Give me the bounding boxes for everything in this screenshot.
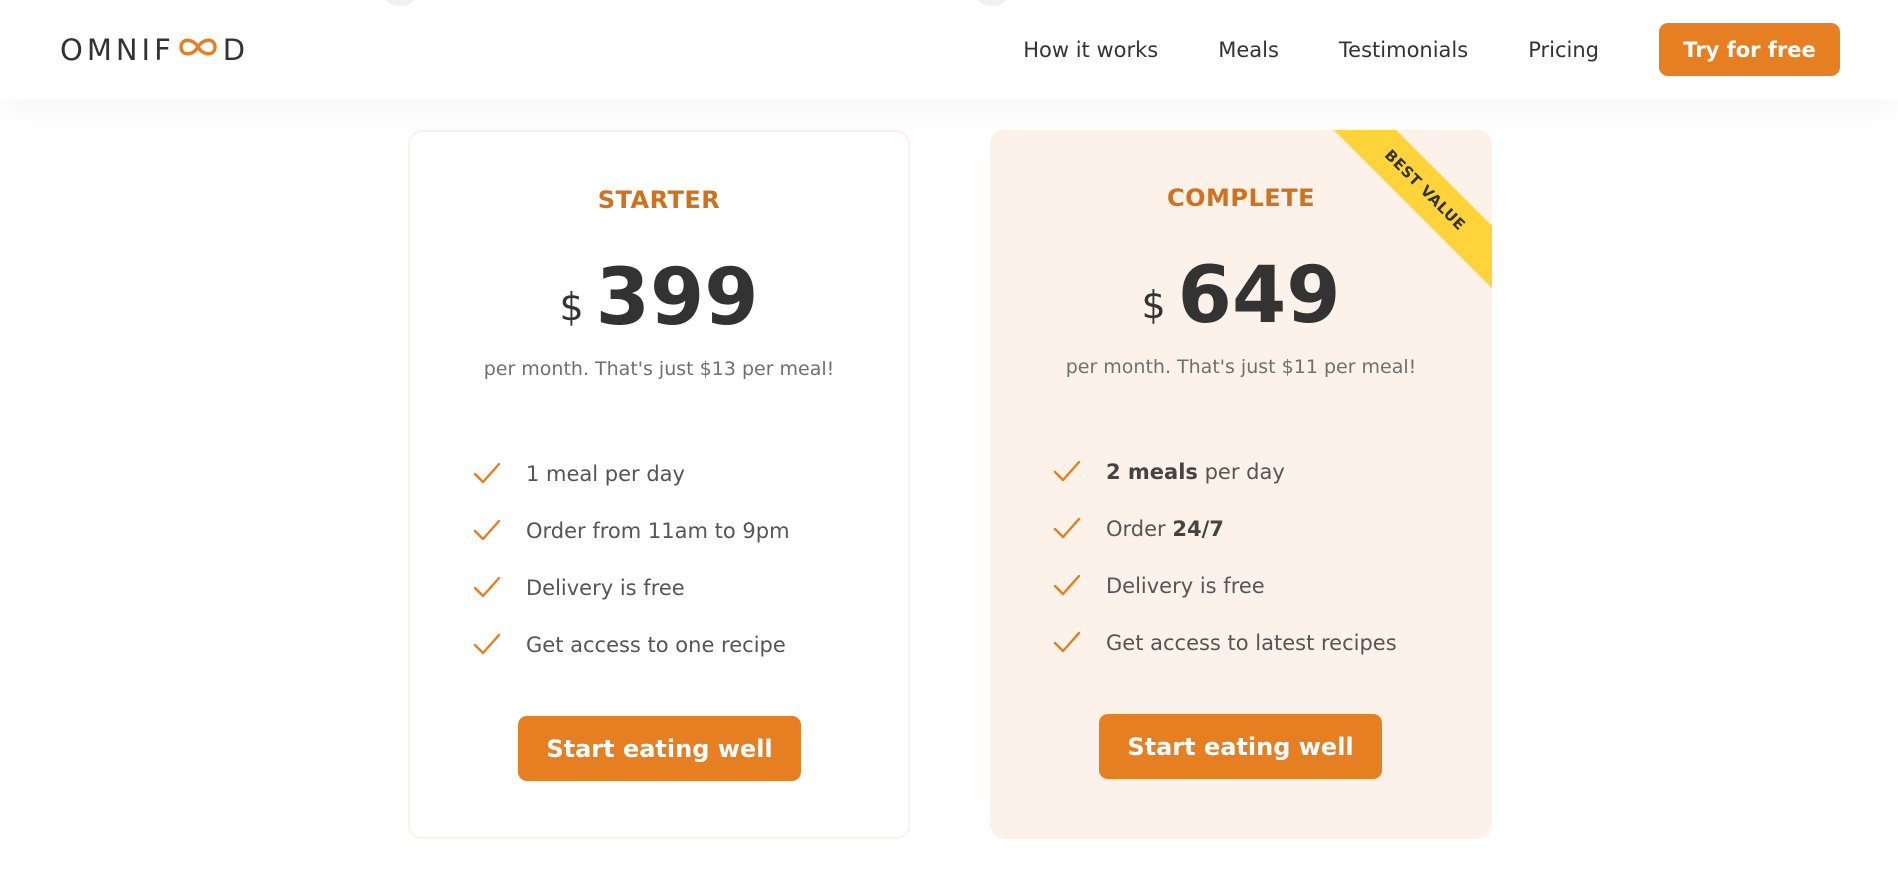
price-amount: 399 [595,253,759,343]
feature-text-rest: per day [1197,459,1285,484]
checkmark-icon [1053,517,1081,538]
feature-highlight: 2 meals [1106,459,1198,484]
plan-price: $ 399 [410,247,908,337]
decorative-dot [978,0,1006,6]
feature-item: Get access to latest recipes [1052,614,1397,671]
plan-name: STARTER [597,186,721,214]
feature-item: Delivery is free [472,559,790,616]
feature-item: Order from 11am to 9pm [472,502,790,559]
price-note: per month. That's just $11 per meal! [1065,356,1417,378]
plan-name: COMPLETE [1167,184,1315,212]
feature-text-lead: Order [1106,516,1173,541]
feature-item: 2 meals per day [1052,443,1397,500]
feature-text: Delivery is free [1106,573,1265,598]
start-eating-well-button[interactable]: Start eating well [518,716,801,781]
feature-text: 2 meals per day [1106,460,1285,484]
logo-text-prefix: OMNIF [60,33,175,67]
omnifood-logo[interactable]: OMNIF D [60,30,249,70]
feature-list: 2 meals per day Order 24/7 Delivery is f… [1052,443,1397,671]
site-header: OMNIF D How it works Meals Testimonials … [0,0,1898,99]
checkmark-icon [473,462,501,483]
nav-link-testimonials[interactable]: Testimonials [1339,38,1468,62]
decorative-dot [386,0,414,6]
feature-item: Delivery is free [1052,557,1397,614]
nav-link-pricing[interactable]: Pricing [1528,38,1599,62]
checkmark-icon [1053,631,1081,652]
infinity-icon [176,33,220,67]
checkmark-icon [473,633,501,654]
feature-text: Get access to one recipe [526,632,786,657]
start-eating-well-button[interactable]: Start eating well [1099,714,1382,779]
checkmark-icon [1053,574,1081,595]
main-nav: How it works Meals Testimonials Pricing … [1023,23,1840,76]
checkmark-icon [473,519,501,540]
logo-text-suffix: D [222,33,250,67]
pricing-card-complete: BEST VALUE COMPLETE $ 649 per month. Tha… [990,130,1492,839]
checkmark-icon [1053,460,1081,481]
feature-highlight: 24/7 [1172,516,1224,541]
nav-link-meals[interactable]: Meals [1218,38,1279,62]
feature-item: 1 meal per day [472,445,790,502]
feature-list: 1 meal per day Order from 11am to 9pm De… [472,445,790,673]
feature-item: Get access to one recipe [472,616,790,673]
price-amount: 649 [1177,251,1341,341]
currency-symbol: $ [559,285,584,329]
pricing-card-starter: STARTER $ 399 per month. That's just $13… [408,130,910,839]
currency-symbol: $ [1141,283,1166,327]
feature-text: 1 meal per day [526,461,685,486]
feature-item: Order 24/7 [1052,500,1397,557]
nav-link-how-it-works[interactable]: How it works [1023,38,1158,62]
feature-text: Order from 11am to 9pm [526,518,790,543]
checkmark-icon [473,576,501,597]
try-for-free-button[interactable]: Try for free [1659,23,1840,76]
feature-text: Order 24/7 [1106,517,1224,541]
feature-text: Delivery is free [526,575,685,600]
feature-text: Get access to latest recipes [1106,630,1397,655]
plan-price: $ 649 [990,245,1492,335]
price-note: per month. That's just $13 per meal! [483,358,835,380]
